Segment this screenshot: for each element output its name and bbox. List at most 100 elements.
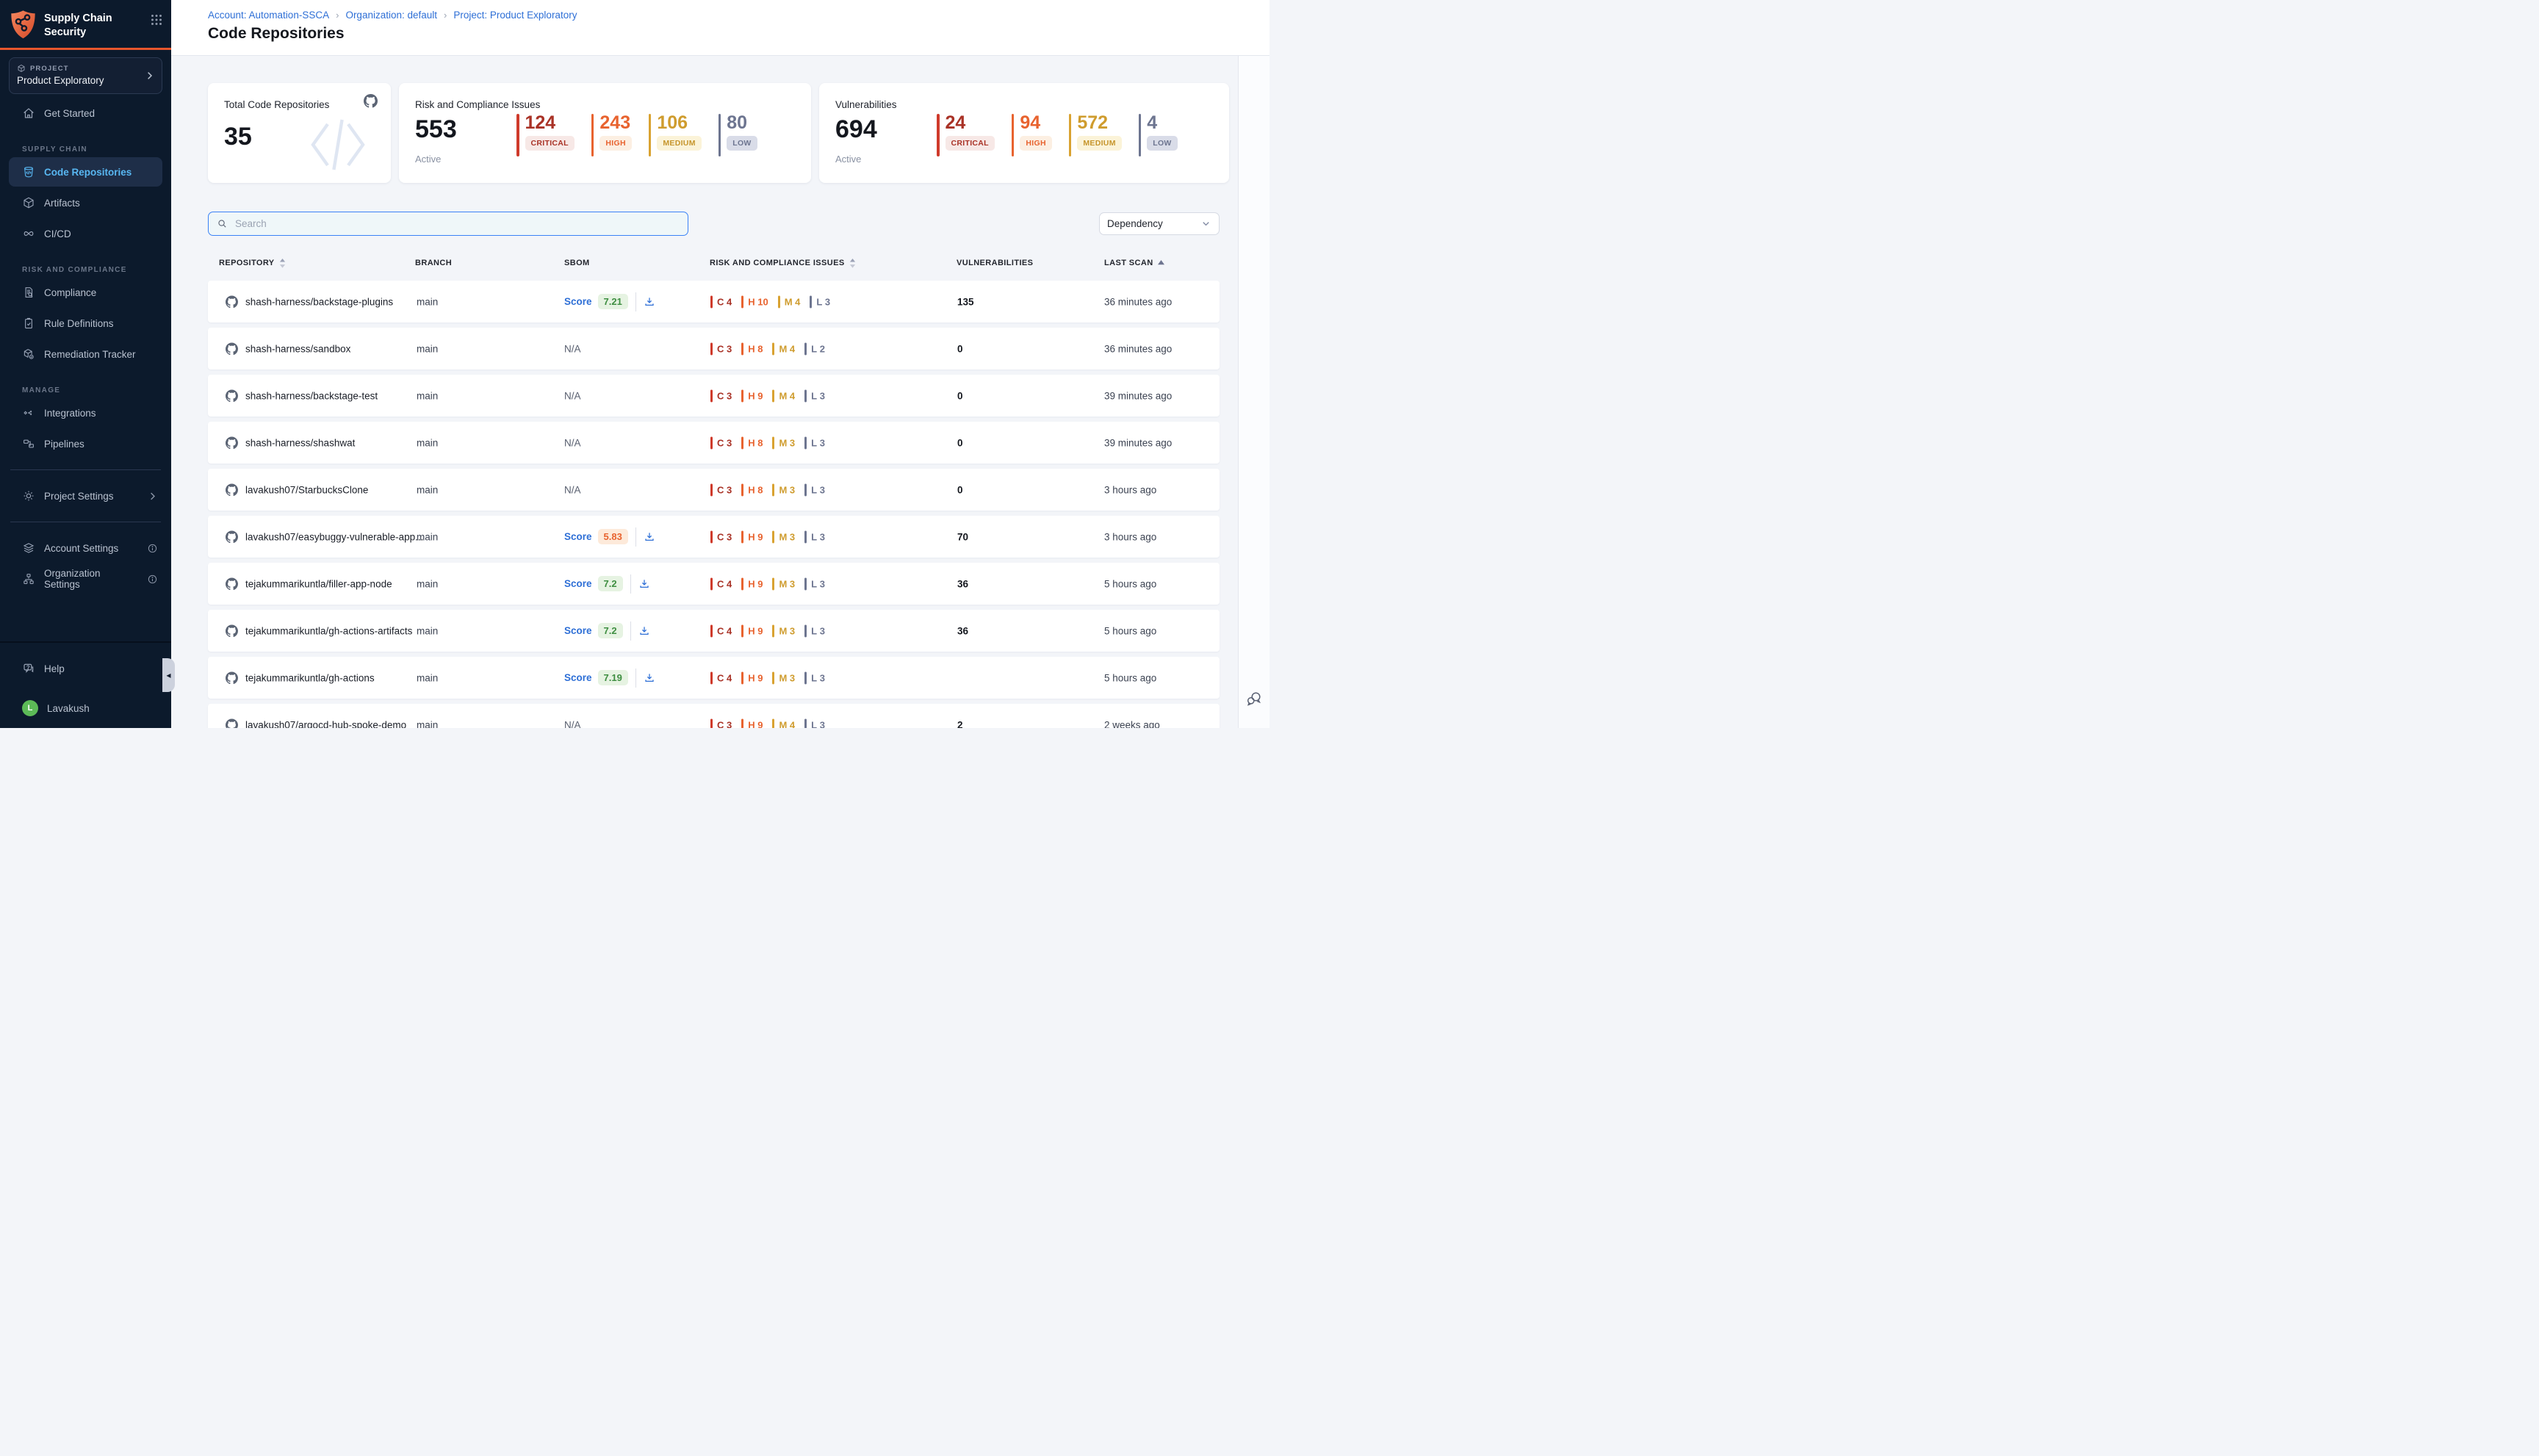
branch-cell: main [417,578,438,589]
severity-bar [741,295,743,308]
brand-header: Supply Chain Security [0,0,171,48]
severity-bar [778,295,780,308]
total-repos-value: 35 [224,124,252,149]
sidebar-item-integrations[interactable]: Integrations [9,398,162,428]
sidebar-item-help[interactable]: Help [9,654,162,683]
repository-name: lavakush07/argocd-hub-spoke-demo [245,719,406,728]
last-scan-cell: 39 minutes ago [1104,437,1172,448]
page-header: Account: Automation-SSCA›Organization: d… [171,0,1270,56]
severity-count: 124 [525,114,556,132]
table-row[interactable]: shash-harness/sandboxmainN/AC 3H 8M 4L 2… [208,328,1220,370]
column-header-repository[interactable]: REPOSITORY [219,259,286,267]
sidebar-item-project-settings[interactable]: Project Settings [9,481,162,511]
severity-badge: MEDIUM [657,136,701,151]
breadcrumb-link[interactable]: Account: Automation-SSCA [208,10,329,21]
severity-badge: CRITICAL [525,136,575,151]
issues-medium: M 3 [772,624,795,637]
repository-link[interactable]: shash-harness/backstage-plugins [226,295,393,308]
severity-bar [804,624,807,637]
column-header-risk-and-compliance-issues[interactable]: RISK AND COMPLIANCE ISSUES [710,259,856,267]
module-grid-icon[interactable] [151,14,162,26]
sidebar: Supply Chain Security PROJECT [0,0,171,728]
download-sbom-icon[interactable] [644,296,655,308]
cicd-icon [22,227,35,240]
sbom-cell: N/A [564,390,581,401]
sidebar-item-artifacts[interactable]: Artifacts [9,188,162,217]
download-sbom-icon[interactable] [638,625,650,637]
gear-icon [22,489,35,502]
severity-bar [741,530,743,543]
severity-count: 4 [1147,114,1157,132]
repositories-table: REPOSITORYBRANCHSBOMRISK AND COMPLIANCE … [208,253,1220,728]
sbom-cell: Score5.83 [564,527,655,547]
sidebar-item-label: Help [44,663,65,674]
search-icon [217,218,228,229]
sidebar-item-organization-settings[interactable]: Organization Settings [9,564,162,594]
column-label: REPOSITORY [219,259,275,267]
integrations-icon [22,406,35,419]
table-row[interactable]: tejakummarikuntla/gh-actionsmainScore7.1… [208,657,1220,699]
severity-count: 80 [727,114,747,132]
repository-link[interactable]: lavakush07/StarbucksClone [226,483,368,496]
github-icon [226,530,238,543]
repository-link[interactable]: shash-harness/shashwat [226,436,355,449]
table-row[interactable]: shash-harness/shashwatmainN/AC 3H 8M 3L … [208,422,1220,464]
severity-bar [710,577,713,590]
user-menu[interactable]: L Lavakush [9,693,162,723]
supply-chain-security-logo-icon [10,10,37,40]
severity-bar [710,718,713,728]
table-row[interactable]: shash-harness/backstage-testmainN/AC 3H … [208,375,1220,417]
sidebar-item-account-settings[interactable]: Account Settings [9,533,162,563]
repository-link[interactable]: tejakummarikuntla/gh-actions [226,671,375,684]
repository-link[interactable]: tejakummarikuntla/filler-app-node [226,577,392,590]
repository-link[interactable]: lavakush07/argocd-hub-spoke-demo [226,718,406,728]
sidebar-item-remediation-tracker[interactable]: Remediation Tracker [9,339,162,369]
table-row[interactable]: lavakush07/argocd-hub-spoke-demomainN/AC… [208,704,1220,728]
sidebar-item-label: Pipelines [44,439,84,450]
severity-bar [772,436,774,449]
table-row[interactable]: tejakummarikuntla/gh-actions-artifactsma… [208,610,1220,652]
sidebar-item-label: Get Started [44,108,95,119]
vulns-severity-low: 4LOW [1139,114,1178,156]
repository-link[interactable]: shash-harness/sandbox [226,342,350,355]
table-row[interactable]: lavakush07/easybuggy-vulnerable-app...ma… [208,516,1220,558]
project-selector[interactable]: PROJECT Product Exploratory [9,57,162,94]
download-sbom-icon[interactable] [644,672,655,684]
breadcrumb-link[interactable]: Organization: default [345,10,437,21]
last-scan-cell: 5 hours ago [1104,672,1156,683]
download-sbom-icon[interactable] [638,578,650,590]
dependency-filter-dropdown[interactable]: Dependency [1099,212,1220,235]
sidebar-item-label: Integrations [44,408,96,419]
breadcrumb-link[interactable]: Project: Product Exploratory [453,10,577,21]
column-header-last-scan[interactable]: LAST SCAN [1104,259,1164,267]
repository-link[interactable]: tejakummarikuntla/gh-actions-artifacts [226,624,412,637]
table-row[interactable]: lavakush07/StarbucksClonemainN/AC 3H 8M … [208,469,1220,511]
repository-link[interactable]: shash-harness/backstage-test [226,389,378,402]
severity-bar [772,624,774,637]
search-input[interactable] [234,217,680,230]
sidebar-item-label: Account Settings [44,543,118,554]
sidebar-item-get-started[interactable]: Get Started [9,98,162,128]
table-row[interactable]: tejakummarikuntla/filler-app-nodemainSco… [208,563,1220,605]
github-icon [226,342,238,355]
issues-low: L 3 [804,483,825,496]
sidebar-section-risk-and-compliance: RISK AND COMPLIANCE [22,266,171,274]
table-row[interactable]: shash-harness/backstage-pluginsmainScore… [208,281,1220,322]
code-watermark-icon [303,109,373,180]
sidebar-item-pipelines[interactable]: Pipelines [9,429,162,458]
sort-icon [849,259,856,267]
sidebar-item-ci-cd[interactable]: CI/CD [9,219,162,248]
severity-bar [710,530,713,543]
severity-bar [710,389,713,402]
sidebar-item-code-repositories[interactable]: Code Repositories [9,157,162,187]
repository-link[interactable]: lavakush07/easybuggy-vulnerable-app... [226,530,423,543]
last-scan-cell: 3 hours ago [1104,531,1156,542]
download-sbom-icon[interactable] [644,531,655,543]
divider [635,668,636,688]
sidebar-collapse-handle[interactable]: ◀ [162,658,175,692]
issues-high: H 8 [741,483,763,496]
sidebar-item-compliance[interactable]: Compliance [9,278,162,307]
chat-bubbles-icon[interactable] [1245,690,1263,707]
sidebar-item-rule-definitions[interactable]: Rule Definitions [9,309,162,338]
severity-bar [649,114,652,156]
